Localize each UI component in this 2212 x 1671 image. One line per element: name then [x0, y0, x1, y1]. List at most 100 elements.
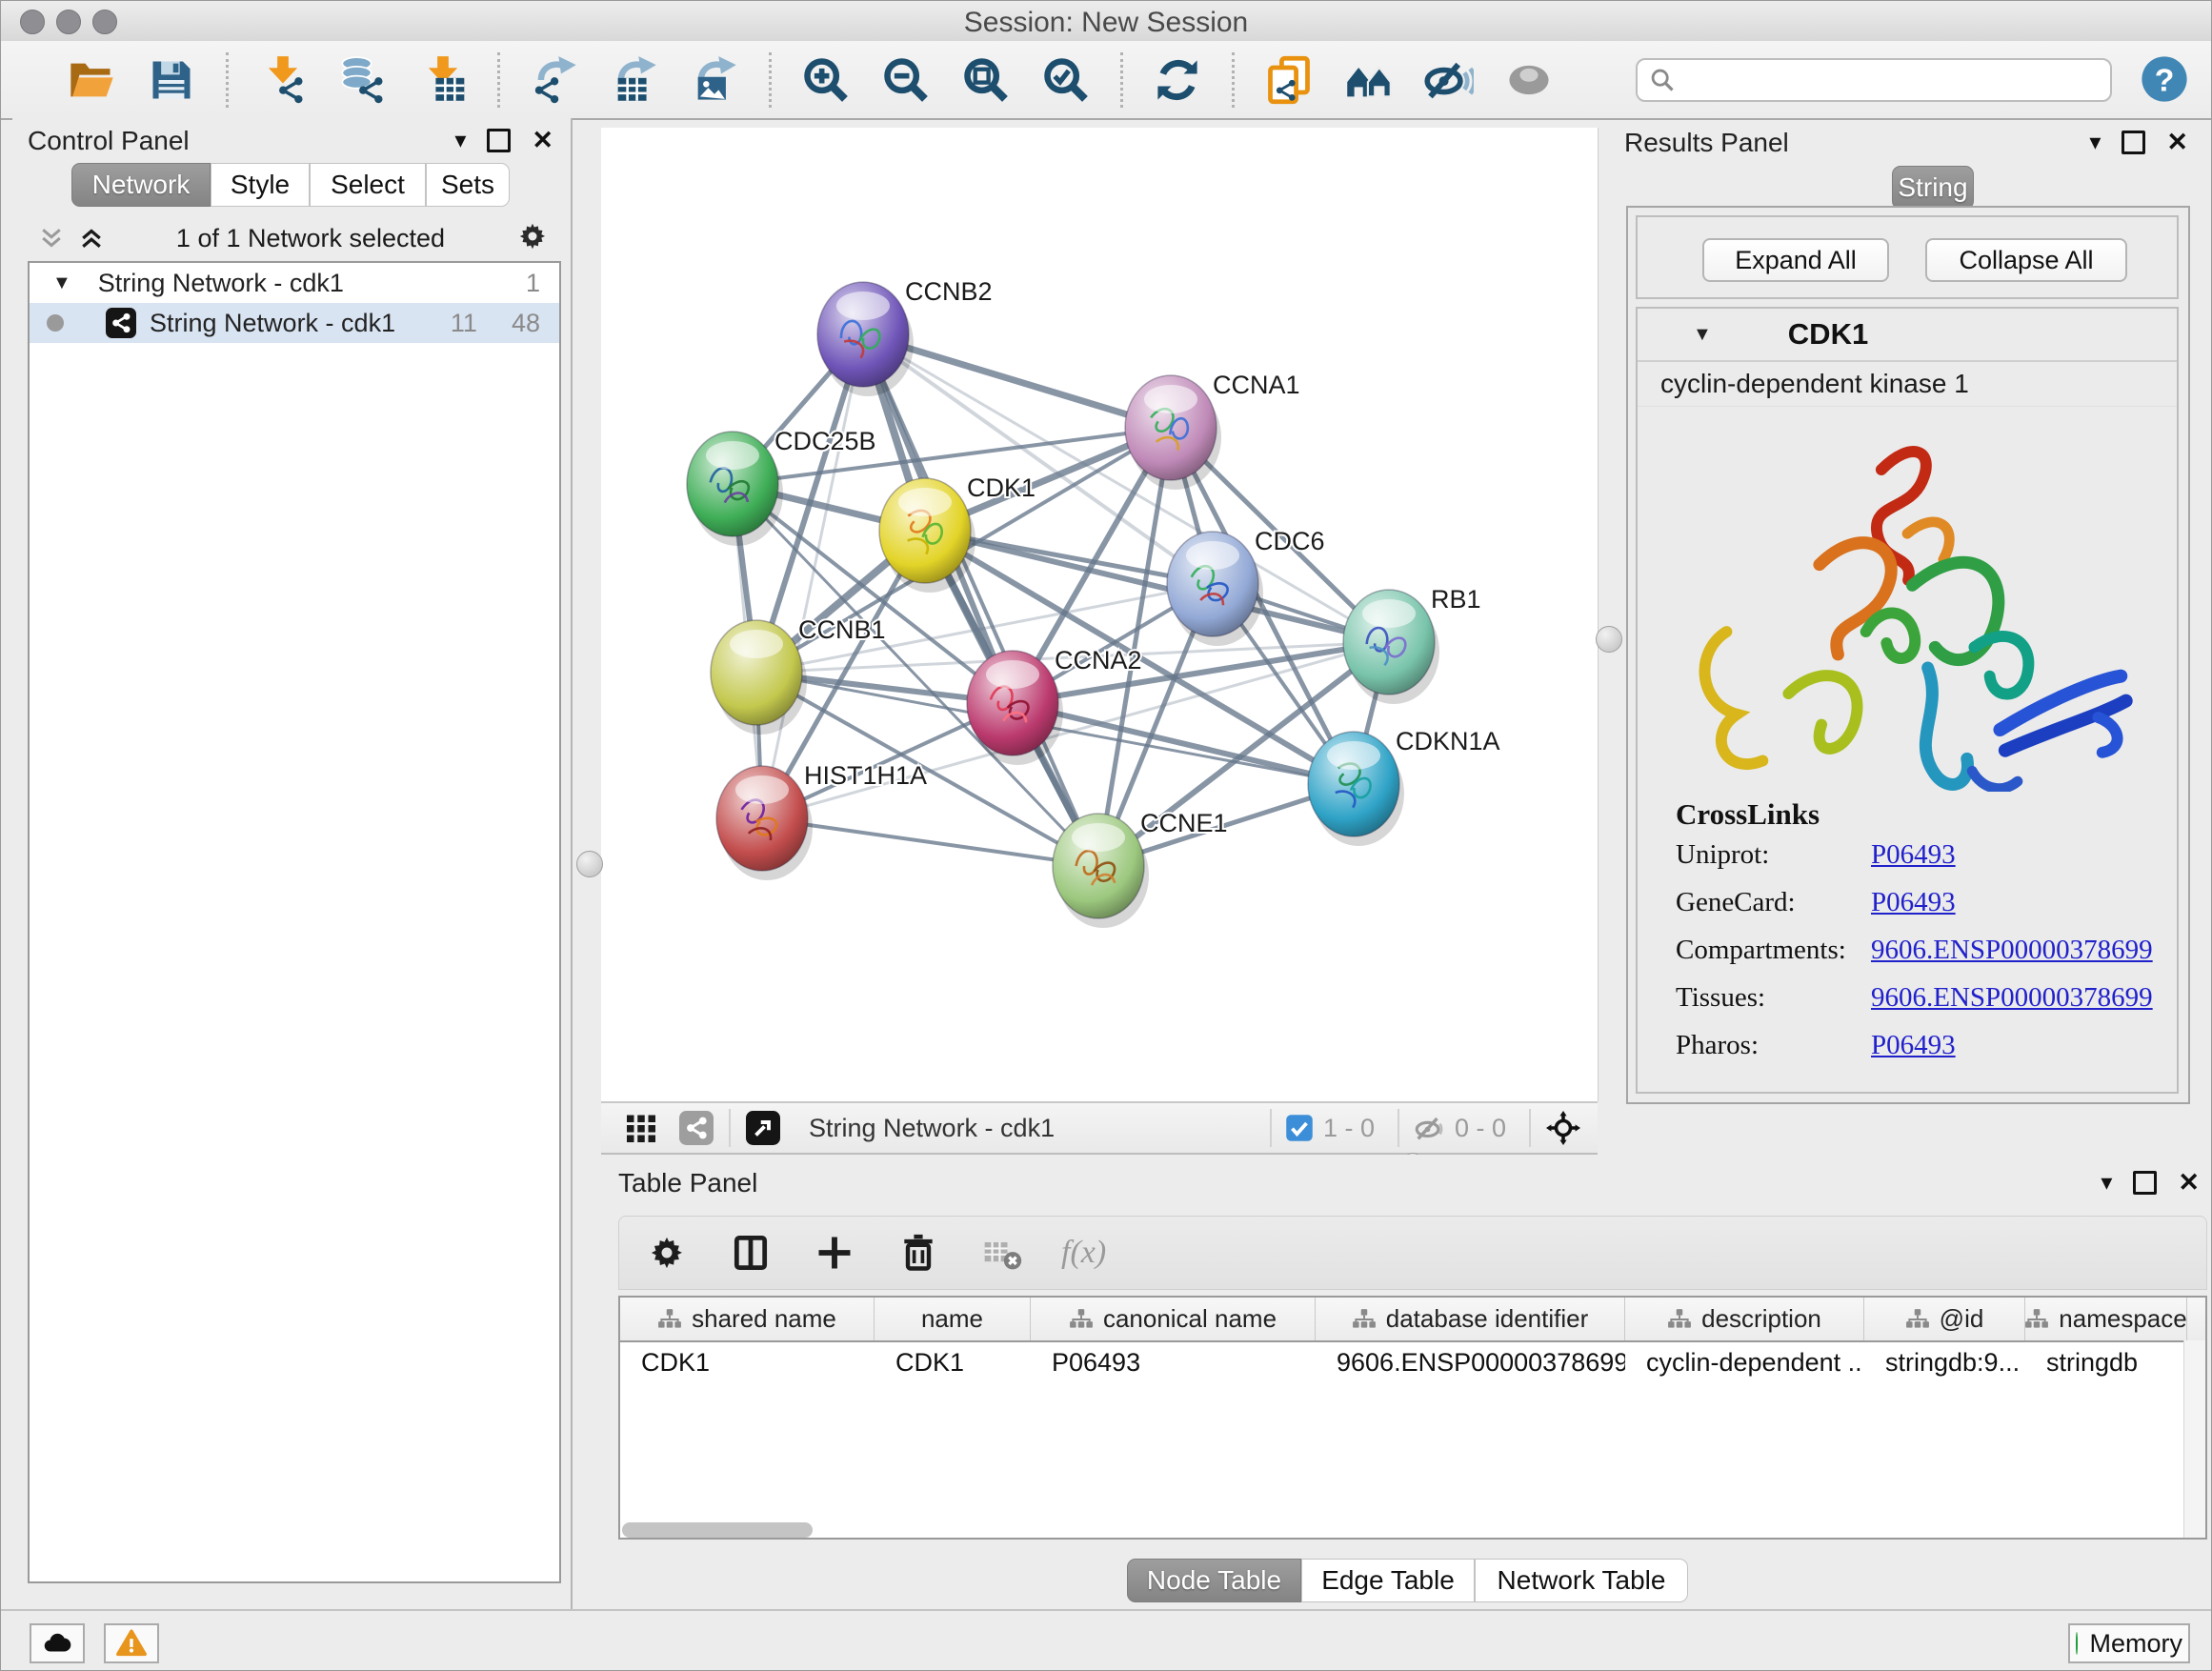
network-node-CCNB1[interactable]: CCNB1: [711, 615, 886, 735]
entry-header[interactable]: ▼ CDK1: [1638, 309, 2177, 362]
edge-CCNA2-CDKN1A[interactable]: [1013, 703, 1354, 784]
import-network-from-file-button[interactable]: [255, 52, 311, 108]
table-row[interactable]: CDK1CDK1P064939606.ENSP00000378699cyclin…: [620, 1342, 2205, 1382]
network-share-view-button[interactable]: [677, 1109, 715, 1147]
zoom-fit-content-button[interactable]: [958, 52, 1014, 108]
table-horizontal-scrollbar-thumb[interactable]: [622, 1522, 813, 1538]
panel-float-icon[interactable]: [2133, 1171, 2157, 1195]
gene-name: CDK1: [1788, 317, 1868, 352]
export-table-button[interactable]: [607, 52, 662, 108]
expand-all-button[interactable]: Expand All: [1702, 238, 1889, 282]
tab-sets[interactable]: Sets: [426, 163, 510, 207]
column-header-name[interactable]: name: [875, 1298, 1031, 1340]
network-view: CCNB2CCNA1CDC25BCDK1CDC6RB1CCNB1CCNA2CDK…: [601, 128, 1599, 1101]
import-network-from-database-button[interactable]: [335, 52, 391, 108]
disclosure-triangle-icon[interactable]: ▼: [52, 272, 71, 294]
tab-node-table[interactable]: Node Table: [1127, 1559, 1301, 1602]
table-cell: CDK1: [875, 1342, 1031, 1382]
panel-menu-icon[interactable]: ▾: [454, 130, 466, 152]
network-node-CDKN1A[interactable]: CDKN1A: [1308, 727, 1500, 846]
table-vertical-scrollbar[interactable]: [2183, 1340, 2205, 1538]
network-node-CCNA2[interactable]: CCNA2: [967, 646, 1142, 765]
crosslink-value-link[interactable]: 9606.ENSP00000378699: [1871, 935, 2153, 966]
cloud-status-button[interactable]: [30, 1623, 85, 1663]
export-image-button[interactable]: [687, 52, 742, 108]
zoom-out-button[interactable]: [878, 52, 934, 108]
function-builder-button[interactable]: f(x): [1061, 1235, 1106, 1271]
column-header--id[interactable]: @id: [1864, 1298, 2025, 1340]
selected-counts: 1 - 0: [1323, 1114, 1375, 1143]
column-header-shared-name[interactable]: shared name: [620, 1298, 875, 1340]
birds-eye-view-button[interactable]: [1544, 1109, 1582, 1147]
export-network-button[interactable]: [527, 52, 582, 108]
show-column-button[interactable]: [726, 1228, 775, 1278]
tab-style[interactable]: Style: [211, 163, 310, 207]
crosslink-value-link[interactable]: 9606.ENSP00000378699: [1871, 982, 2153, 1014]
crosslink-value-link[interactable]: P06493: [1871, 887, 1956, 918]
table-cell: cyclin-dependent ...: [1625, 1342, 1864, 1382]
panel-close-icon[interactable]: ✕: [532, 128, 553, 153]
network-node-CDC25B[interactable]: CDC25B: [687, 427, 876, 546]
panel-close-icon[interactable]: ✕: [2178, 1170, 2200, 1196]
clone-network-button[interactable]: [1261, 52, 1317, 108]
hidden-counts: 0 - 0: [1455, 1114, 1506, 1143]
crosslink-value-link[interactable]: P06493: [1871, 839, 1956, 871]
save-session-button[interactable]: [144, 52, 199, 108]
tab-edge-table[interactable]: Edge Table: [1301, 1559, 1475, 1602]
warnings-button[interactable]: [104, 1623, 159, 1663]
hidden-eye-slash-icon[interactable]: [1413, 1112, 1445, 1144]
hide-others-button[interactable]: [1421, 52, 1477, 108]
zoom-selected-button[interactable]: [1038, 52, 1094, 108]
network-node-CCNB2[interactable]: CCNB2: [817, 277, 993, 396]
network-node-CCNE1[interactable]: CCNE1: [1053, 809, 1228, 928]
panel-float-icon[interactable]: [2122, 131, 2145, 154]
tab-string[interactable]: String: [1892, 166, 1974, 210]
network-node-CDK1[interactable]: CDK1: [879, 473, 1036, 593]
network-options-gear-icon[interactable]: [515, 219, 550, 258]
column-header-canonical-name[interactable]: canonical name: [1031, 1298, 1316, 1340]
left-splitter-handle[interactable]: [576, 851, 603, 877]
collapse-all-icon[interactable]: [37, 224, 66, 252]
help-button[interactable]: ?: [2139, 53, 2190, 105]
string-houses-button[interactable]: [1341, 52, 1397, 108]
search-icon: [1649, 67, 1676, 93]
show-eye-button[interactable]: [1501, 52, 1557, 108]
apply-preferred-layout-button[interactable]: [1150, 52, 1205, 108]
import-table-from-file-button[interactable]: [415, 52, 471, 108]
panel-float-icon[interactable]: [487, 129, 511, 152]
panel-menu-icon[interactable]: ▾: [2089, 131, 2101, 154]
create-column-button[interactable]: [810, 1228, 859, 1278]
crosslink-label: Uniprot:: [1676, 839, 1871, 871]
delete-column-trash-button[interactable]: [894, 1228, 943, 1278]
selected-checkbox-icon[interactable]: [1285, 1114, 1314, 1142]
tab-network-table[interactable]: Network Table: [1475, 1559, 1688, 1602]
delete-table-button[interactable]: [977, 1228, 1027, 1278]
column-header-namespace[interactable]: namespace: [2025, 1298, 2187, 1340]
column-header-database-identifier[interactable]: database identifier: [1316, 1298, 1625, 1340]
network-collection-row[interactable]: ▼ String Network - cdk1 1: [30, 263, 559, 303]
network-node-RB1[interactable]: RB1: [1343, 585, 1481, 704]
network-node-CDC6[interactable]: CDC6: [1167, 527, 1325, 646]
open-session-button[interactable]: [64, 52, 119, 108]
separator: [1398, 1109, 1399, 1147]
open-in-new-window-button[interactable]: [744, 1109, 782, 1147]
expand-all-icon[interactable]: [77, 224, 106, 252]
memory-button[interactable]: Memory: [2068, 1623, 2190, 1663]
network-row[interactable]: String Network - cdk1 11 48: [30, 303, 559, 343]
crosslink-label: Compartments:: [1676, 935, 1871, 966]
zoom-in-button[interactable]: [798, 52, 854, 108]
panel-close-icon[interactable]: ✕: [2166, 130, 2188, 155]
table-settings-gear-button[interactable]: [642, 1228, 692, 1278]
node-label-CDC6: CDC6: [1255, 527, 1325, 555]
network-node-HIST1H1A[interactable]: HIST1H1A: [716, 761, 927, 880]
search-input[interactable]: [1636, 58, 2112, 102]
crosslink-value-link[interactable]: P06493: [1871, 1030, 1956, 1061]
column-header-description[interactable]: description: [1625, 1298, 1864, 1340]
disclosure-triangle-icon[interactable]: ▼: [1693, 324, 1712, 346]
collapse-all-button[interactable]: Collapse All: [1925, 238, 2127, 282]
tab-network[interactable]: Network: [71, 163, 211, 207]
network-canvas[interactable]: CCNB2CCNA1CDC25BCDK1CDC6RB1CCNB1CCNA2CDK…: [601, 128, 1598, 1101]
panel-menu-icon[interactable]: ▾: [2101, 1172, 2112, 1195]
tab-select[interactable]: Select: [310, 163, 426, 207]
grid-view-button[interactable]: [622, 1109, 660, 1147]
